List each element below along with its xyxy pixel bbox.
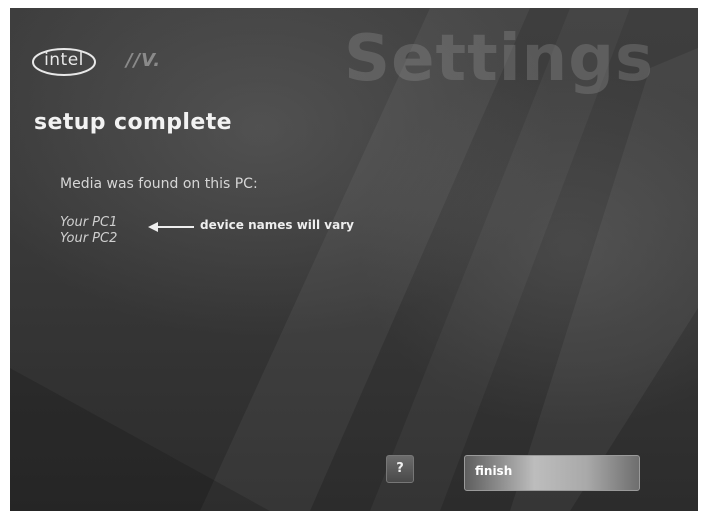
setup-screen: intel //V. Settings setup complete Media… — [10, 8, 698, 511]
help-button[interactable]: ? — [386, 455, 414, 483]
device-item: Your PC1 — [60, 215, 118, 230]
left-arrow-icon — [148, 222, 194, 232]
device-names-note: device names will vary — [200, 218, 354, 232]
intel-logo: intel — [30, 46, 98, 78]
media-found-label: Media was found on this PC: — [60, 176, 258, 192]
settings-watermark: Settings — [344, 22, 655, 96]
help-icon: ? — [396, 461, 404, 476]
page-title: setup complete — [34, 110, 232, 135]
intel-logo-text: intel — [44, 50, 84, 70]
finish-button-label: finish — [475, 464, 513, 478]
viiv-logo: //V. — [126, 50, 162, 71]
finish-button[interactable]: finish — [464, 455, 640, 491]
device-item: Your PC2 — [60, 231, 118, 246]
